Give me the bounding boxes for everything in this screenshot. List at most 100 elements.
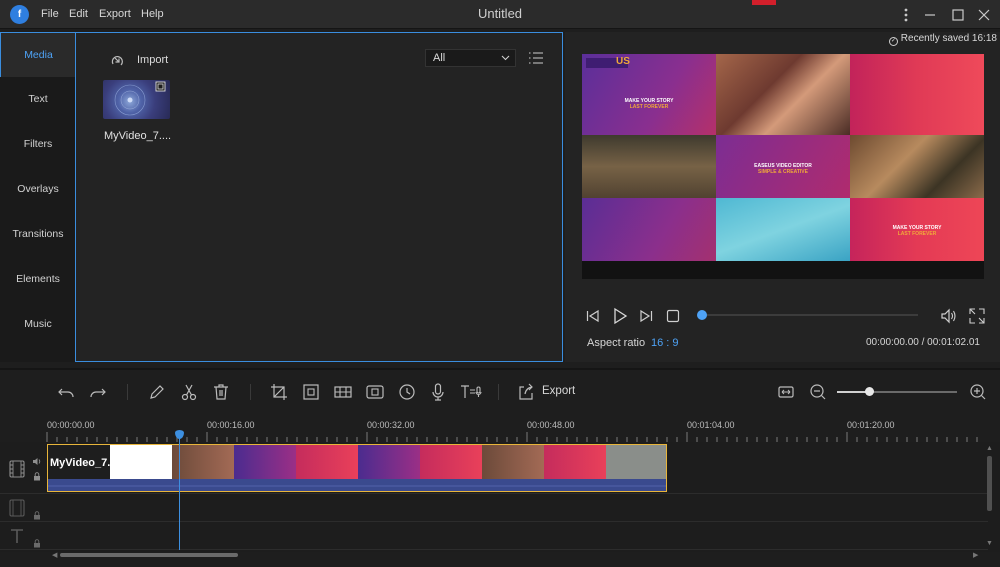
vertical-scrollbar[interactable] — [987, 456, 992, 511]
check-circle-icon: ✓ — [889, 37, 898, 46]
minimize-icon[interactable] — [920, 5, 940, 25]
playback-progress-handle[interactable] — [697, 310, 707, 320]
ruler-tick-label: 00:00:48.00 — [527, 420, 575, 430]
toolbar-divider — [127, 384, 128, 400]
sidebar-item-elements[interactable]: Elements — [0, 257, 76, 302]
speed-clock-icon[interactable] — [397, 382, 417, 402]
video-text: MAKE YOUR STORY LAST FOREVER — [582, 98, 716, 110]
text-track-row — [0, 522, 988, 550]
import-icon — [111, 56, 123, 66]
ruler-tick-label: 00:01:04.00 — [687, 420, 735, 430]
redo-icon[interactable] — [88, 382, 108, 402]
timeline-ruler[interactable] — [46, 414, 986, 442]
menu-file[interactable]: File — [41, 8, 59, 20]
video-center-2: SIMPLE & CREATIVE — [758, 169, 808, 175]
video-tile — [716, 198, 850, 261]
export-button[interactable]: Export — [542, 385, 575, 397]
import-button[interactable]: Import — [108, 52, 178, 70]
horizontal-scrollbar[interactable] — [60, 553, 238, 557]
video-tile — [850, 54, 984, 135]
track-lock-icon[interactable] — [33, 511, 41, 520]
video-text: EASEUS VIDEO EDITOR SIMPLE & CREATIVE — [716, 163, 850, 175]
menu-edit[interactable]: Edit — [69, 8, 88, 20]
scroll-down-arrow-icon[interactable]: ▼ — [986, 540, 994, 548]
media-item-thumbnail[interactable] — [103, 80, 170, 119]
clip-label: MyVideo_7.mp4 — [50, 457, 133, 469]
sidebar-item-filters[interactable]: Filters — [0, 122, 76, 167]
next-frame-icon[interactable] — [638, 308, 654, 324]
split-scissors-icon[interactable] — [179, 382, 199, 402]
sidebar-item-media[interactable]: Media — [0, 32, 76, 77]
video-brand: US — [616, 56, 630, 67]
previous-frame-icon[interactable] — [585, 308, 601, 324]
menu-help[interactable]: Help — [141, 8, 164, 20]
toolbar-divider — [498, 384, 499, 400]
crop-icon[interactable] — [269, 382, 289, 402]
zoom-out-icon[interactable] — [808, 382, 828, 402]
sidebar-item-overlays[interactable]: Overlays — [0, 167, 76, 212]
media-item-name: MyVideo_7.... — [104, 130, 172, 142]
video-tile3-2: LAST FOREVER — [897, 231, 937, 237]
import-label: Import — [137, 54, 169, 66]
freeze-frame-icon[interactable] — [365, 382, 385, 402]
track-lock-icon[interactable] — [33, 472, 41, 481]
media-filter-select[interactable]: All — [425, 49, 516, 67]
maximize-icon[interactable] — [948, 5, 968, 25]
scroll-left-arrow-icon[interactable]: ◀ — [52, 551, 58, 559]
text-track-icon — [9, 527, 25, 545]
video-clip[interactable] — [47, 444, 667, 492]
video-tile — [582, 135, 716, 198]
playback-timecode: 00:00:00.00 / 00:01:02.01 — [866, 337, 980, 348]
menu-export[interactable]: Export — [99, 8, 131, 20]
aspect-ratio-value[interactable]: 16 : 9 — [651, 337, 679, 349]
zoom-slider-handle[interactable] — [865, 387, 874, 396]
video-text: MAKE YOUR STORY LAST FOREVER — [850, 225, 984, 237]
sidebar-item-text[interactable]: Text — [0, 77, 76, 122]
app-logo-icon: f — [10, 5, 29, 24]
scroll-up-arrow-icon[interactable]: ▲ — [986, 445, 994, 453]
sidebar-item-transitions[interactable]: Transitions — [0, 212, 76, 257]
track-lock-icon[interactable] — [33, 539, 41, 548]
zoom-frame-icon[interactable] — [301, 382, 321, 402]
notification-tab[interactable] — [752, 0, 776, 5]
fullscreen-icon[interactable] — [968, 307, 986, 325]
playback-progress-track[interactable] — [702, 314, 918, 316]
overlay-track-row — [0, 494, 988, 522]
toolbar-divider — [250, 384, 251, 400]
mosaic-icon[interactable] — [333, 382, 353, 402]
export-icon[interactable] — [516, 382, 536, 402]
playhead-line — [179, 435, 180, 550]
save-status-text: Recently saved 16:18 — [900, 33, 997, 44]
track-mute-icon[interactable] — [32, 457, 42, 466]
text-to-speech-icon[interactable] — [459, 382, 482, 402]
undo-icon[interactable] — [56, 382, 76, 402]
sidebar-item-music[interactable]: Music — [0, 302, 76, 347]
list-view-icon[interactable] — [528, 51, 544, 65]
ruler-tick-label: 00:00:16.00 — [207, 420, 255, 430]
fit-timeline-icon[interactable] — [776, 382, 796, 402]
overlay-track-icon — [9, 499, 25, 517]
ruler-tick-label: 00:01:20.00 — [847, 420, 895, 430]
zoom-in-icon[interactable] — [968, 382, 988, 402]
play-icon[interactable] — [611, 307, 629, 325]
video-track-icon — [9, 460, 25, 478]
stop-icon[interactable] — [666, 309, 680, 323]
ruler-tick-label: 00:00:32.00 — [367, 420, 415, 430]
scroll-right-arrow-icon[interactable]: ▶ — [973, 551, 981, 559]
video-tile — [850, 135, 984, 198]
delete-trash-icon[interactable] — [211, 382, 231, 402]
category-sidebar: Media Text Filters Overlays Transitions … — [0, 32, 76, 362]
video-tile — [716, 54, 850, 135]
close-icon[interactable] — [974, 5, 994, 25]
video-tile: MAKE YOUR STORY LAST FOREVER — [850, 198, 984, 261]
more-options-icon[interactable] — [896, 5, 916, 25]
ruler-tick-label: 00:00:00.00 — [47, 420, 95, 430]
save-status: ✓ Recently saved 16:18 — [889, 33, 997, 46]
video-tile: US MAKE YOUR STORY LAST FOREVER — [582, 54, 716, 135]
chevron-down-icon — [501, 55, 510, 61]
video-tile — [582, 198, 716, 261]
edit-pencil-icon[interactable] — [147, 382, 167, 402]
voiceover-mic-icon[interactable] — [428, 382, 448, 402]
volume-icon[interactable] — [940, 307, 958, 325]
filter-value: All — [433, 52, 446, 64]
